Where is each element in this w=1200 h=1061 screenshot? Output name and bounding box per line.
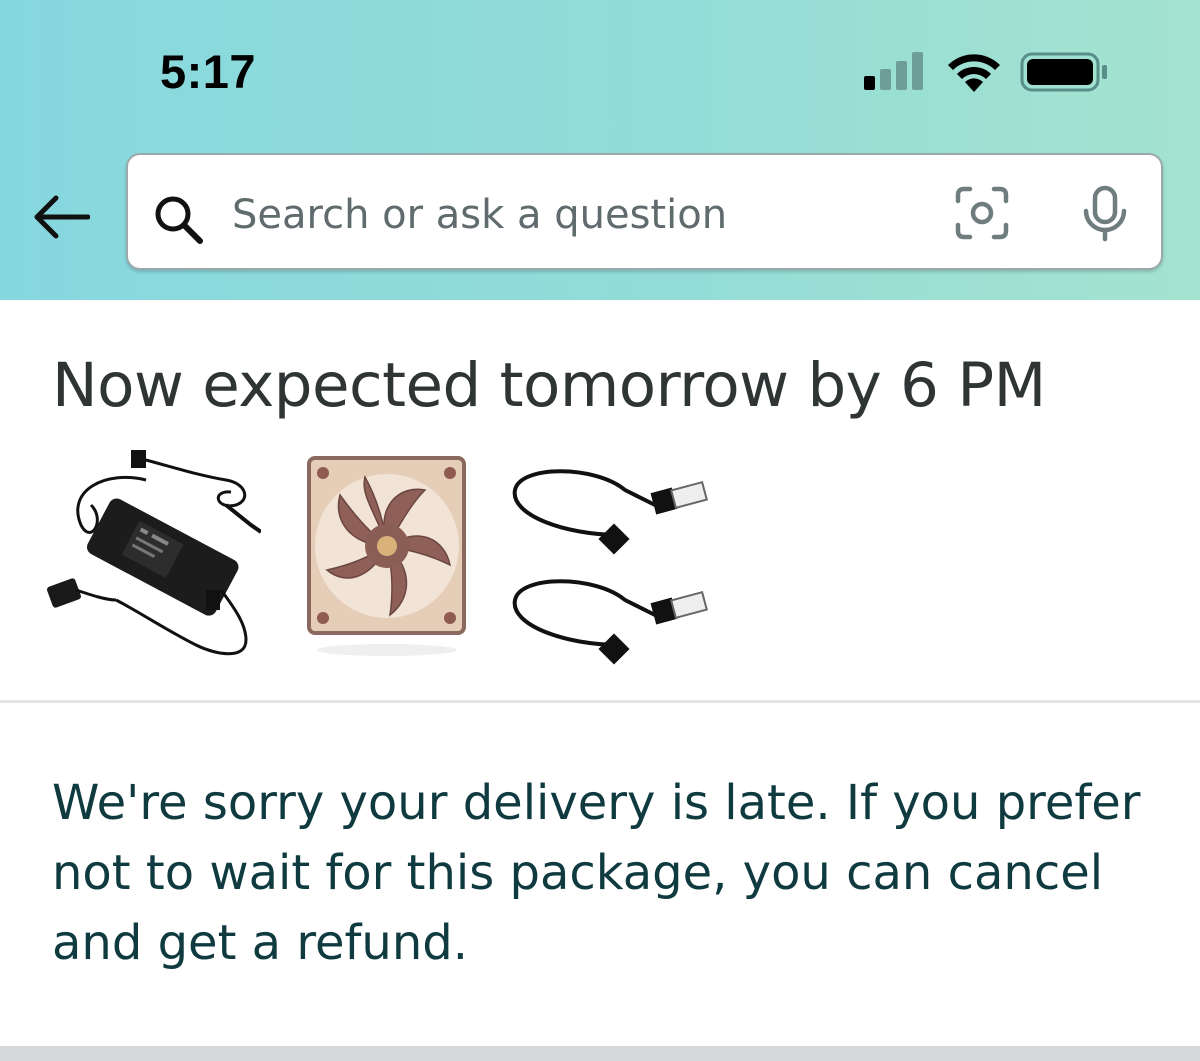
search-input[interactable]: Search or ask a question [126,153,1163,270]
wifi-icon [948,54,1000,92]
status-time: 5:17 [160,45,257,98]
search-placeholder: Search or ask a question [232,192,728,238]
camera-scan-icon[interactable] [954,185,1010,241]
power-adapter-thumbnail[interactable] [46,450,261,665]
battery-icon [1020,52,1107,92]
microphone-icon[interactable] [1080,185,1130,243]
usb-fan-cables-thumbnail[interactable] [505,460,720,670]
case-fan-thumbnail[interactable] [305,455,470,665]
late-delivery-message: We're sorry your delivery is late. If yo… [52,775,1141,971]
bottom-divider [0,1046,1200,1061]
back-arrow-icon[interactable] [32,194,90,240]
delivery-heading: Now expected tomorrow by 6 PM [52,350,1046,421]
search-icon [155,196,203,244]
section-divider [0,700,1200,703]
cellular-signal-icon [864,52,923,90]
app-header: 5:17 Search or ask a question [0,0,1200,300]
